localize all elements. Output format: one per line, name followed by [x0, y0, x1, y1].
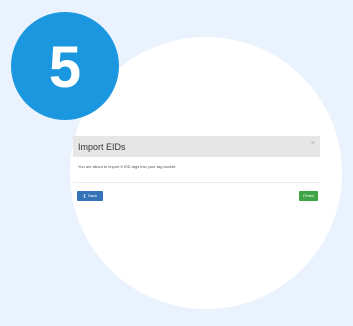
modal-header: Import EIDs ×	[73, 136, 320, 157]
finish-button-label: Finish	[303, 193, 314, 198]
modal-body-text: You are about to import 5 EID tags into …	[78, 164, 177, 169]
close-icon[interactable]: ×	[311, 140, 315, 148]
chevron-left-icon: ❮	[82, 193, 87, 198]
step-number-badge: 5	[11, 12, 119, 120]
modal-divider	[73, 182, 320, 183]
finish-button[interactable]: Finish	[299, 191, 318, 201]
back-button[interactable]: ❮ Back	[77, 191, 103, 201]
import-eids-modal: Import EIDs × You are about to import 5 …	[73, 136, 320, 206]
modal-title: Import EIDs	[78, 142, 126, 152]
back-button-label: Back	[88, 193, 98, 198]
step-number: 5	[48, 35, 82, 100]
